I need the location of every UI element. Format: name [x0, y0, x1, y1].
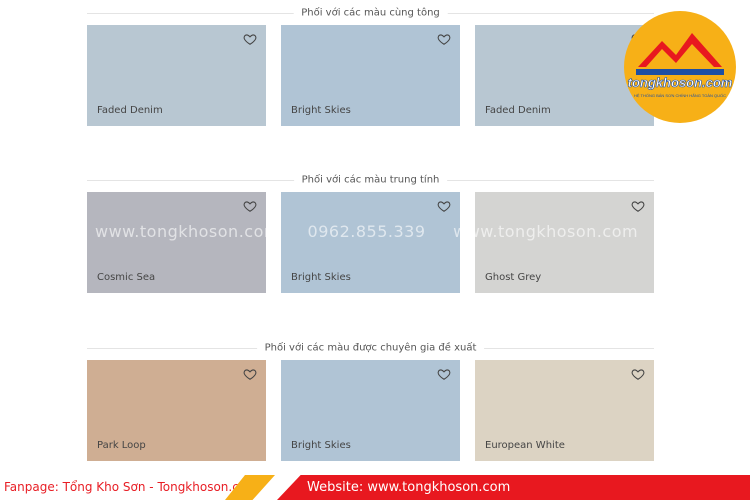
color-swatch[interactable]: Cosmic Sea	[87, 192, 266, 293]
color-section-neutral: Phối với các màu trung tính Cosmic Sea B…	[87, 170, 654, 293]
section-title: Phối với các màu được chuyên gia đề xuất	[256, 342, 485, 354]
heart-outline-icon[interactable]	[631, 199, 645, 213]
watermark-text: www.tongkhoson.com	[95, 222, 280, 241]
section-title-row: Phối với các màu được chuyên gia đề xuất	[87, 338, 654, 358]
color-swatch[interactable]: Bright Skies	[281, 25, 460, 126]
color-swatch[interactable]: Park Loop	[87, 360, 266, 461]
color-swatch[interactable]: Ghost Grey	[475, 192, 654, 293]
swatch-name: Ghost Grey	[485, 272, 542, 283]
heart-outline-icon[interactable]	[631, 367, 645, 381]
color-section-same-tone: Phối với các màu cùng tông Faded Denim B…	[87, 3, 654, 126]
color-swatch[interactable]: Faded Denim	[87, 25, 266, 126]
heart-outline-icon[interactable]	[243, 32, 257, 46]
swatch-name: Bright Skies	[291, 105, 351, 116]
logo-brand: tongkhoson.com	[628, 75, 733, 90]
watermark-text: www.tongkhoson.com	[453, 222, 639, 241]
swatch-name: European White	[485, 440, 565, 451]
swatch-row: Faded Denim Bright Skies Faded Denim	[87, 25, 654, 126]
section-title: Phối với các màu trung tính	[293, 174, 448, 186]
heart-outline-icon[interactable]	[437, 199, 451, 213]
watermark-text: 0962.8	[665, 222, 725, 241]
swatch-name: Faded Denim	[97, 105, 163, 116]
color-swatch[interactable]: Bright Skies	[281, 192, 460, 293]
brand-logo: tongkhoson.com HỆ THỐNG BÁN SƠN CHÍNH HÃ…	[624, 11, 736, 123]
heart-outline-icon[interactable]	[243, 199, 257, 213]
watermark-text: 0962.855.339	[307, 222, 426, 241]
color-swatch[interactable]: European White	[475, 360, 654, 461]
watermark: www.tongkhoson.com 0962.855.339 www.tong…	[95, 222, 747, 241]
website-link[interactable]: Website: www.tongkhoson.com	[277, 475, 750, 500]
section-title-row: Phối với các màu trung tính	[87, 170, 654, 190]
swatch-name: Bright Skies	[291, 440, 351, 451]
swatch-name: Park Loop	[97, 440, 146, 451]
heart-outline-icon[interactable]	[243, 367, 257, 381]
color-section-expert: Phối với các màu được chuyên gia đề xuất…	[87, 338, 654, 461]
color-swatch[interactable]: Bright Skies	[281, 360, 460, 461]
swatch-name: Faded Denim	[485, 105, 551, 116]
logo-tagline: HỆ THỐNG BÁN SƠN CHÍNH HÃNG TOÀN QUỐC	[634, 93, 726, 98]
heart-outline-icon[interactable]	[437, 32, 451, 46]
swatch-row: Cosmic Sea Bright Skies Ghost Grey	[87, 192, 654, 293]
heart-outline-icon[interactable]	[437, 367, 451, 381]
section-title: Phối với các màu cùng tông	[293, 7, 448, 19]
section-title-row: Phối với các màu cùng tông	[87, 3, 654, 23]
swatch-name: Bright Skies	[291, 272, 351, 283]
swatch-row: Park Loop Bright Skies European White	[87, 360, 654, 461]
swatch-name: Cosmic Sea	[97, 272, 156, 283]
footer-banner: Fanpage: Tổng Kho Sơn - Tongkhoson.com W…	[0, 475, 750, 500]
